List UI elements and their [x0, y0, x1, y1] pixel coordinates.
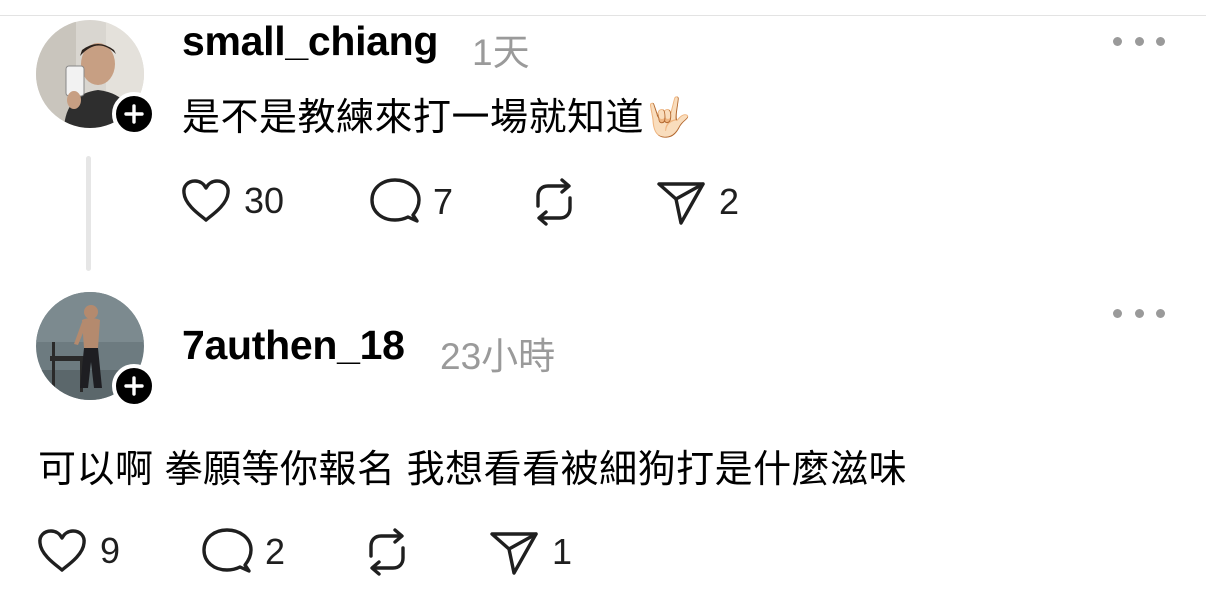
repost-icon [369, 528, 405, 576]
like-count: 9 [100, 530, 121, 571]
follow-button[interactable] [112, 92, 156, 136]
timestamp: 23小時 [440, 336, 556, 377]
more-dot [1156, 308, 1165, 318]
send-icon [490, 532, 538, 575]
share-button[interactable]: 1 [488, 528, 572, 576]
more-options-button[interactable] [1113, 303, 1165, 323]
share-count: 2 [719, 181, 740, 222]
reply-count: 7 [433, 181, 454, 222]
more-dot [1156, 36, 1165, 46]
timestamp: 1天 [472, 32, 530, 73]
comment-bubble-icon [202, 528, 253, 573]
heart-icon [38, 529, 86, 572]
more-dot [1113, 36, 1122, 46]
like-button[interactable]: 30 [180, 178, 284, 224]
share-button[interactable]: 2 [655, 178, 739, 226]
more-dot [1113, 308, 1122, 318]
more-options-button[interactable] [1113, 31, 1165, 51]
comment-text: 是不是教練來打一場就知道🤟🏻 [182, 97, 692, 139]
more-dot [1134, 36, 1144, 46]
like-count: 30 [244, 180, 285, 221]
comment-bubble-icon [370, 178, 421, 223]
username[interactable]: 7authen_18 [182, 322, 405, 369]
repost-button[interactable] [528, 176, 580, 228]
top-divider [0, 15, 1206, 16]
more-dot [1134, 308, 1144, 318]
comment-1-avatar-wrap[interactable] [36, 20, 156, 136]
plus-icon [124, 376, 144, 396]
reply-button[interactable]: 2 [201, 527, 285, 577]
share-count: 1 [552, 531, 573, 572]
reply-count: 2 [265, 531, 286, 572]
reply-button[interactable]: 7 [369, 177, 453, 227]
repost-button[interactable] [361, 526, 413, 578]
comment-2-avatar-wrap[interactable] [36, 292, 156, 408]
plus-icon [124, 104, 144, 124]
like-button[interactable]: 9 [36, 528, 120, 574]
send-icon [657, 182, 705, 225]
comment-text: 可以啊 拳願等你報名 我想看看被細狗打是什麼滋味 [38, 449, 908, 491]
repost-icon [536, 178, 572, 226]
thread-line [86, 156, 91, 271]
heart-icon [182, 179, 230, 222]
follow-button[interactable] [112, 364, 156, 408]
username[interactable]: small_chiang [182, 18, 438, 65]
